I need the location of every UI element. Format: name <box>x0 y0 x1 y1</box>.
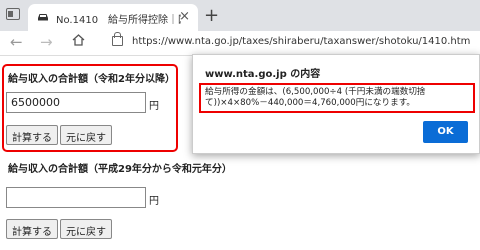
lock-icon[interactable] <box>112 32 123 46</box>
back-button[interactable]: ← <box>10 33 23 51</box>
reset-button-section1[interactable]: 元に戻す <box>60 125 112 145</box>
section1-heading: 給与収入の合計額（令和2年分以降） <box>8 74 175 85</box>
dialog-message: 給与所得の金額は、(6,500,000÷4 (千円未満の端数切捨て))×4×80… <box>205 87 426 108</box>
salary-input-previous[interactable] <box>6 187 146 208</box>
ok-button[interactable]: OK <box>423 121 468 143</box>
new-tab-button[interactable]: + <box>204 5 219 26</box>
home-icon[interactable] <box>72 34 85 46</box>
section2-unit: 円 <box>149 196 159 207</box>
section1-unit: 円 <box>149 101 159 112</box>
reset-button-section2[interactable]: 元に戻す <box>60 219 112 239</box>
alert-dialog: www.nta.go.jp の内容 給与所得の金額は、(6,500,000÷4 … <box>192 54 480 154</box>
forward-button[interactable]: → <box>40 33 53 51</box>
salary-input-current[interactable]: 6500000 <box>6 92 146 113</box>
tab-title: No.1410 給与所得控除｜国税庁 <box>56 15 181 26</box>
tab-active[interactable]: No.1410 給与所得控除｜国税庁 × <box>28 4 198 31</box>
tab-actions-icon[interactable] <box>6 8 20 20</box>
dialog-title: www.nta.go.jp の内容 <box>205 69 321 80</box>
browser-toolbar: ← → https://www.nta.go.jp/taxes/shiraber… <box>0 31 480 56</box>
section2-heading: 給与収入の合計額（平成29年分から令和元年分） <box>8 164 232 175</box>
tab-bar: No.1410 給与所得控除｜国税庁 × + <box>0 0 480 31</box>
tab-close-icon[interactable]: × <box>179 9 190 24</box>
calculate-button-section1[interactable]: 計算する <box>6 125 58 145</box>
car-favicon-icon <box>38 14 48 21</box>
address-bar[interactable]: https://www.nta.go.jp/taxes/shiraberu/ta… <box>132 36 470 47</box>
calculate-button-section2[interactable]: 計算する <box>6 219 58 239</box>
